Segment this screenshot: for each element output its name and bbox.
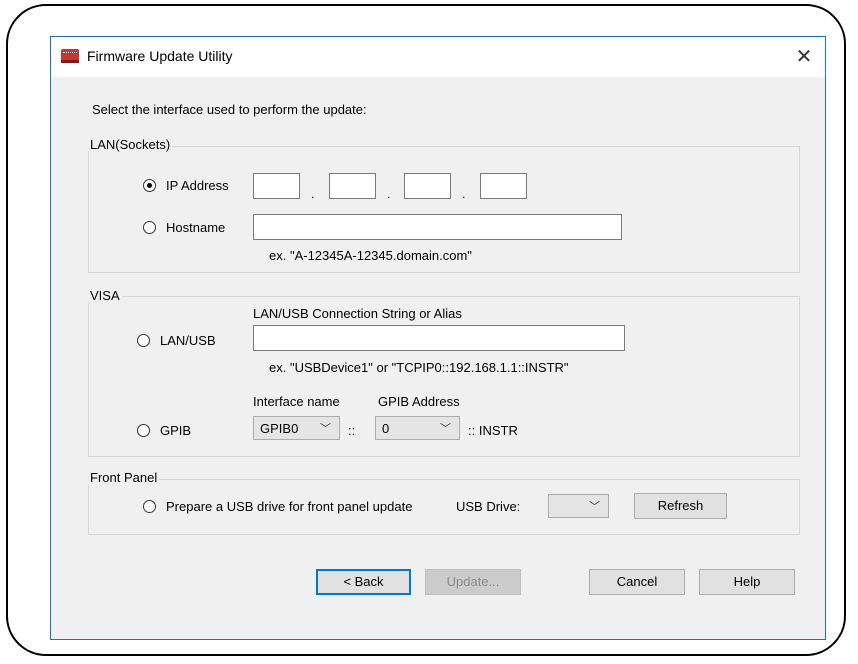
hostname-label: Hostname <box>166 220 226 235</box>
connection-string-label: LAN/USB Connection String or Alias <box>253 306 462 321</box>
close-icon[interactable]: ✕ <box>789 43 819 71</box>
gpib-address-label: GPIB Address <box>378 394 460 409</box>
update-button[interactable]: Update... <box>425 569 521 595</box>
chevron-down-icon: ﹀ <box>589 501 600 513</box>
hostname-radio[interactable] <box>143 221 156 234</box>
ip-octet-4-input[interactable] <box>480 173 527 199</box>
usb-drive-label: USB Drive: <box>456 499 521 514</box>
connection-string-input[interactable] <box>253 325 625 351</box>
ip-separator: . <box>387 187 391 201</box>
back-button[interactable]: < Back <box>316 569 411 595</box>
gpib-address-value: 0 <box>382 421 390 436</box>
instr-suffix: :: INSTR <box>468 423 518 438</box>
interface-name-label: Interface name <box>253 394 340 409</box>
usb-drive-dropdown[interactable]: ﹀ <box>548 494 609 518</box>
ip-octet-1-input[interactable] <box>253 173 300 199</box>
interface-name-dropdown[interactable]: GPIB0 ﹀ <box>253 416 340 440</box>
chevron-down-icon: ﹀ <box>440 423 451 435</box>
connection-string-hint: ex. "USBDevice1" or "TCPIP0::192.168.1.1… <box>269 360 569 375</box>
front-panel-group-label: Front Panel <box>88 470 160 485</box>
help-button[interactable]: Help <box>699 569 795 595</box>
prepare-usb-label: Prepare a USB drive for front panel upda… <box>166 499 413 514</box>
app-icon <box>61 49 79 63</box>
gpib-label: GPIB <box>160 423 192 438</box>
gpib-radio[interactable] <box>137 424 150 437</box>
firmware-update-dialog: Firmware Update Utility ✕ Select the int… <box>50 36 826 640</box>
ip-separator: . <box>311 187 315 201</box>
window-title: Firmware Update Utility <box>87 48 233 64</box>
ip-address-label: IP Address <box>166 178 229 193</box>
title-bar: Firmware Update Utility ✕ <box>51 37 825 77</box>
hostname-hint: ex. "A-12345A-12345.domain.com" <box>269 248 472 263</box>
chevron-down-icon: ﹀ <box>320 423 331 435</box>
gpib-address-dropdown[interactable]: 0 ﹀ <box>375 416 460 440</box>
ip-octet-3-input[interactable] <box>404 173 451 199</box>
lan-usb-label: LAN/USB <box>160 333 216 348</box>
visa-group-label: VISA <box>88 288 122 303</box>
lan-group-label: LAN(Sockets) <box>88 137 173 152</box>
lan-usb-radio[interactable] <box>137 334 150 347</box>
ip-address-radio[interactable] <box>143 179 156 192</box>
ip-octet-2-input[interactable] <box>329 173 376 199</box>
hostname-input[interactable] <box>253 214 622 240</box>
intro-text: Select the interface used to perform the… <box>92 102 367 117</box>
refresh-button[interactable]: Refresh <box>634 493 727 519</box>
cancel-button[interactable]: Cancel <box>589 569 685 595</box>
separator-text: :: <box>348 423 356 438</box>
interface-name-value: GPIB0 <box>260 421 299 436</box>
ip-separator: . <box>462 187 466 201</box>
prepare-usb-radio[interactable] <box>143 500 156 513</box>
